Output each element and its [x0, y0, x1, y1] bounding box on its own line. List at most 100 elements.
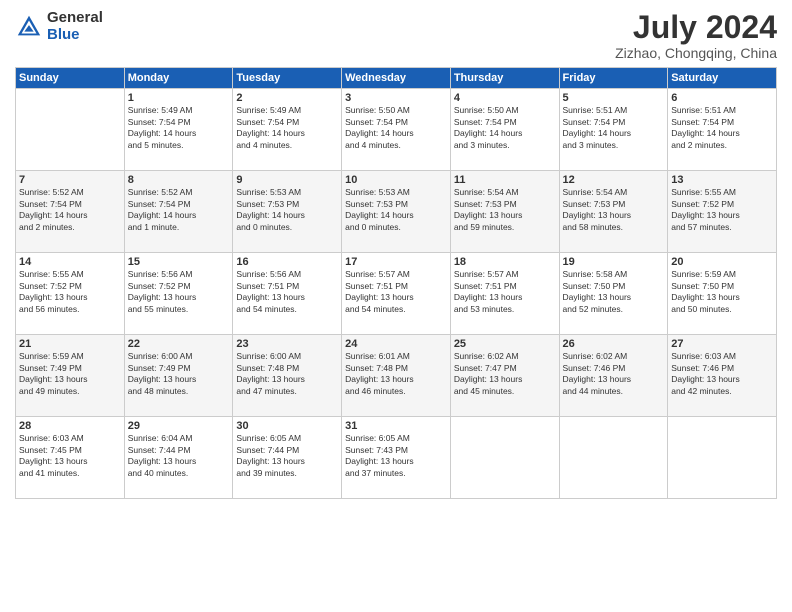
table-row: 19Sunrise: 5:58 AM Sunset: 7:50 PM Dayli… — [559, 253, 668, 335]
day-info: Sunrise: 6:05 AM Sunset: 7:44 PM Dayligh… — [236, 433, 338, 479]
day-info: Sunrise: 5:59 AM Sunset: 7:50 PM Dayligh… — [671, 269, 773, 315]
calendar-week-row: 1Sunrise: 5:49 AM Sunset: 7:54 PM Daylig… — [16, 89, 777, 171]
col-tuesday: Tuesday — [233, 68, 342, 89]
table-row: 3Sunrise: 5:50 AM Sunset: 7:54 PM Daylig… — [342, 89, 451, 171]
table-row: 18Sunrise: 5:57 AM Sunset: 7:51 PM Dayli… — [450, 253, 559, 335]
table-row: 2Sunrise: 5:49 AM Sunset: 7:54 PM Daylig… — [233, 89, 342, 171]
day-info: Sunrise: 5:57 AM Sunset: 7:51 PM Dayligh… — [454, 269, 556, 315]
day-number: 3 — [345, 92, 447, 104]
day-info: Sunrise: 6:03 AM Sunset: 7:46 PM Dayligh… — [671, 351, 773, 397]
logo: General Blue — [15, 10, 103, 43]
day-info: Sunrise: 5:49 AM Sunset: 7:54 PM Dayligh… — [128, 105, 230, 151]
day-number: 15 — [128, 256, 230, 268]
table-row: 12Sunrise: 5:54 AM Sunset: 7:53 PM Dayli… — [559, 171, 668, 253]
day-number: 21 — [19, 338, 121, 350]
day-number: 8 — [128, 174, 230, 186]
table-row: 13Sunrise: 5:55 AM Sunset: 7:52 PM Dayli… — [668, 171, 777, 253]
table-row: 7Sunrise: 5:52 AM Sunset: 7:54 PM Daylig… — [16, 171, 125, 253]
day-info: Sunrise: 5:50 AM Sunset: 7:54 PM Dayligh… — [345, 105, 447, 151]
col-wednesday: Wednesday — [342, 68, 451, 89]
table-row: 1Sunrise: 5:49 AM Sunset: 7:54 PM Daylig… — [124, 89, 233, 171]
day-info: Sunrise: 5:55 AM Sunset: 7:52 PM Dayligh… — [19, 269, 121, 315]
day-number: 30 — [236, 420, 338, 432]
day-number: 28 — [19, 420, 121, 432]
day-info: Sunrise: 5:52 AM Sunset: 7:54 PM Dayligh… — [19, 187, 121, 233]
calendar-week-row: 21Sunrise: 5:59 AM Sunset: 7:49 PM Dayli… — [16, 335, 777, 417]
table-row: 25Sunrise: 6:02 AM Sunset: 7:47 PM Dayli… — [450, 335, 559, 417]
day-number: 14 — [19, 256, 121, 268]
table-row: 9Sunrise: 5:53 AM Sunset: 7:53 PM Daylig… — [233, 171, 342, 253]
day-info: Sunrise: 5:54 AM Sunset: 7:53 PM Dayligh… — [454, 187, 556, 233]
header: General Blue July 2024 Zizhao, Chongqing… — [15, 10, 777, 61]
day-info: Sunrise: 5:52 AM Sunset: 7:54 PM Dayligh… — [128, 187, 230, 233]
table-row: 29Sunrise: 6:04 AM Sunset: 7:44 PM Dayli… — [124, 417, 233, 499]
table-row: 20Sunrise: 5:59 AM Sunset: 7:50 PM Dayli… — [668, 253, 777, 335]
day-info: Sunrise: 6:04 AM Sunset: 7:44 PM Dayligh… — [128, 433, 230, 479]
day-number: 20 — [671, 256, 773, 268]
calendar-week-row: 28Sunrise: 6:03 AM Sunset: 7:45 PM Dayli… — [16, 417, 777, 499]
table-row: 6Sunrise: 5:51 AM Sunset: 7:54 PM Daylig… — [668, 89, 777, 171]
day-info: Sunrise: 6:02 AM Sunset: 7:46 PM Dayligh… — [563, 351, 665, 397]
day-info: Sunrise: 6:01 AM Sunset: 7:48 PM Dayligh… — [345, 351, 447, 397]
col-sunday: Sunday — [16, 68, 125, 89]
day-number: 13 — [671, 174, 773, 186]
table-row: 14Sunrise: 5:55 AM Sunset: 7:52 PM Dayli… — [16, 253, 125, 335]
table-row: 26Sunrise: 6:02 AM Sunset: 7:46 PM Dayli… — [559, 335, 668, 417]
day-info: Sunrise: 5:58 AM Sunset: 7:50 PM Dayligh… — [563, 269, 665, 315]
day-number: 23 — [236, 338, 338, 350]
day-info: Sunrise: 5:55 AM Sunset: 7:52 PM Dayligh… — [671, 187, 773, 233]
table-row: 23Sunrise: 6:00 AM Sunset: 7:48 PM Dayli… — [233, 335, 342, 417]
day-info: Sunrise: 5:56 AM Sunset: 7:51 PM Dayligh… — [236, 269, 338, 315]
logo-general-text: General — [47, 10, 103, 27]
table-row: 30Sunrise: 6:05 AM Sunset: 7:44 PM Dayli… — [233, 417, 342, 499]
day-number: 31 — [345, 420, 447, 432]
day-number: 5 — [563, 92, 665, 104]
day-number: 27 — [671, 338, 773, 350]
day-number: 10 — [345, 174, 447, 186]
table-row — [16, 89, 125, 171]
location: Zizhao, Chongqing, China — [615, 45, 777, 61]
logo-icon — [15, 13, 43, 41]
table-row: 4Sunrise: 5:50 AM Sunset: 7:54 PM Daylig… — [450, 89, 559, 171]
day-number: 4 — [454, 92, 556, 104]
day-info: Sunrise: 5:50 AM Sunset: 7:54 PM Dayligh… — [454, 105, 556, 151]
day-info: Sunrise: 5:53 AM Sunset: 7:53 PM Dayligh… — [345, 187, 447, 233]
day-number: 2 — [236, 92, 338, 104]
day-info: Sunrise: 5:57 AM Sunset: 7:51 PM Dayligh… — [345, 269, 447, 315]
day-info: Sunrise: 5:49 AM Sunset: 7:54 PM Dayligh… — [236, 105, 338, 151]
table-row: 21Sunrise: 5:59 AM Sunset: 7:49 PM Dayli… — [16, 335, 125, 417]
title-area: July 2024 Zizhao, Chongqing, China — [615, 10, 777, 61]
day-number: 22 — [128, 338, 230, 350]
day-number: 19 — [563, 256, 665, 268]
table-row: 17Sunrise: 5:57 AM Sunset: 7:51 PM Dayli… — [342, 253, 451, 335]
table-row: 10Sunrise: 5:53 AM Sunset: 7:53 PM Dayli… — [342, 171, 451, 253]
day-number: 24 — [345, 338, 447, 350]
day-number: 18 — [454, 256, 556, 268]
table-row — [450, 417, 559, 499]
day-info: Sunrise: 5:51 AM Sunset: 7:54 PM Dayligh… — [671, 105, 773, 151]
day-info: Sunrise: 5:53 AM Sunset: 7:53 PM Dayligh… — [236, 187, 338, 233]
day-info: Sunrise: 5:56 AM Sunset: 7:52 PM Dayligh… — [128, 269, 230, 315]
table-row: 15Sunrise: 5:56 AM Sunset: 7:52 PM Dayli… — [124, 253, 233, 335]
col-saturday: Saturday — [668, 68, 777, 89]
table-row: 22Sunrise: 6:00 AM Sunset: 7:49 PM Dayli… — [124, 335, 233, 417]
day-number: 25 — [454, 338, 556, 350]
table-row: 8Sunrise: 5:52 AM Sunset: 7:54 PM Daylig… — [124, 171, 233, 253]
day-number: 17 — [345, 256, 447, 268]
day-number: 16 — [236, 256, 338, 268]
day-info: Sunrise: 6:02 AM Sunset: 7:47 PM Dayligh… — [454, 351, 556, 397]
day-number: 1 — [128, 92, 230, 104]
day-info: Sunrise: 5:59 AM Sunset: 7:49 PM Dayligh… — [19, 351, 121, 397]
col-friday: Friday — [559, 68, 668, 89]
day-info: Sunrise: 6:00 AM Sunset: 7:48 PM Dayligh… — [236, 351, 338, 397]
table-row: 11Sunrise: 5:54 AM Sunset: 7:53 PM Dayli… — [450, 171, 559, 253]
logo-text: General Blue — [47, 10, 103, 43]
calendar-week-row: 7Sunrise: 5:52 AM Sunset: 7:54 PM Daylig… — [16, 171, 777, 253]
calendar-table: Sunday Monday Tuesday Wednesday Thursday… — [15, 67, 777, 499]
day-number: 11 — [454, 174, 556, 186]
calendar-week-row: 14Sunrise: 5:55 AM Sunset: 7:52 PM Dayli… — [16, 253, 777, 335]
col-monday: Monday — [124, 68, 233, 89]
day-number: 29 — [128, 420, 230, 432]
day-number: 9 — [236, 174, 338, 186]
table-row: 24Sunrise: 6:01 AM Sunset: 7:48 PM Dayli… — [342, 335, 451, 417]
